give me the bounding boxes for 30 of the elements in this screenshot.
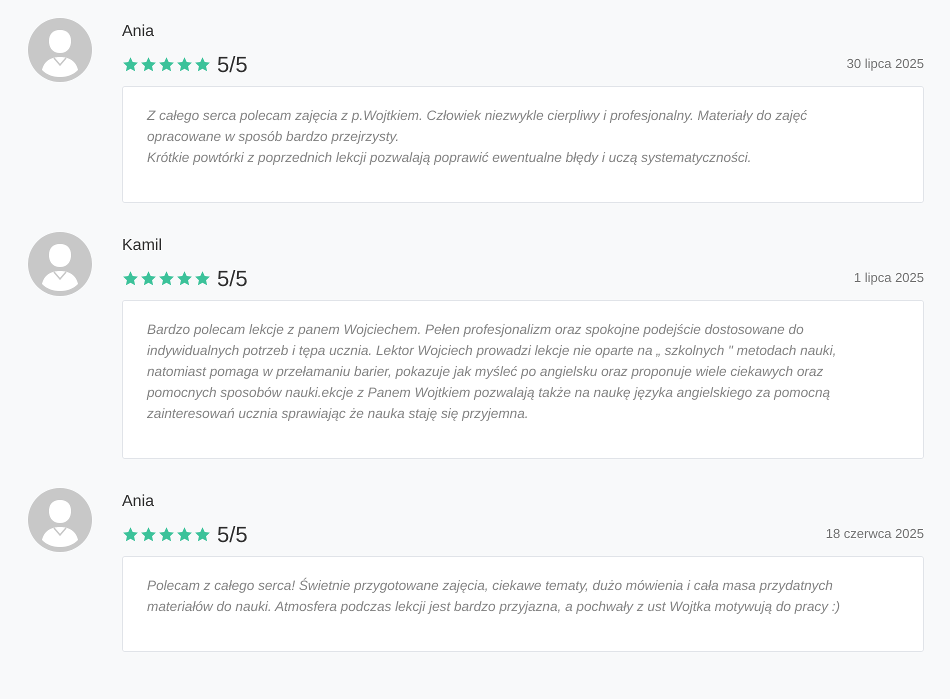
reviewer-name: Kamil [122,237,162,254]
star-icon [140,270,157,286]
review-date: 30 lipca 2025 [846,55,924,74]
star-icon [140,56,157,72]
avatar-icon [28,488,92,552]
star-icon [158,270,175,286]
star-icon [158,526,175,542]
star-icon [176,56,193,72]
star-icon [194,526,211,542]
review-text: Z całego serca polecam zajęcia z p.Wojtkiem. Człowiek niezwykle cierpliwy i profesjonalny. Materiały do zajęć opracowane w sposób bardzo przejrzysty. Krótkie powtórki z poprzednich lekcji pozwalają poprawić ewentualne błędy i uczą systematyczności. [147,107,808,167]
star-icon [194,56,211,72]
star-icon [176,526,193,542]
star-icon [122,56,139,72]
review-date: 18 czerwca 2025 [826,525,924,544]
rating-score: 5/5 [217,50,248,78]
reviewer-name: Ania [122,23,154,40]
star-icon [158,56,175,72]
avatar-icon [28,18,92,82]
review-text: Polecam z całego serca! Świetnie przygotowane zajęcia, ciekawe tematy, dużo mówienia i cała masa przydatnych materiałów do nauki. Atmosfera podczas lekcji jest bardzo przyjazna, a pochwały z ust Wojtka motywują do pracy :) [147,576,842,616]
avatar-icon [28,232,92,296]
star-icon [176,270,193,286]
star-icon [140,526,157,542]
rating-score: 5/5 [217,520,248,548]
review-date: 1 lipca 2025 [854,269,924,288]
star-icon [194,270,211,286]
star-icon [122,270,139,286]
rating-score: 5/5 [217,264,248,292]
review-text: Bardzo polecam lekcje z panem Wojciechem. Pełen profesjonalizm oraz spokojne podejście dostosowane do indywidualnych potrzeb i tępa ucznia. Lektor Wojciech prowadzi lekcje nie oparte na „ szkolnych " metodach nauki, natomiast pomaga w przełamaniu barier, pokazuje jak myśleć po angielsku oraz proponuje wiele ciekawych oraz pomocnych sposobów nauki.ekcje z Panem Wojtkiem pozwalają także na naukę języka angielskiego za pomocną zainteresowań ucznia sprawiając że nauka staję się przyjemna. [147,321,838,423]
reviewer-name: Ania [122,493,154,510]
star-icon [122,526,139,542]
